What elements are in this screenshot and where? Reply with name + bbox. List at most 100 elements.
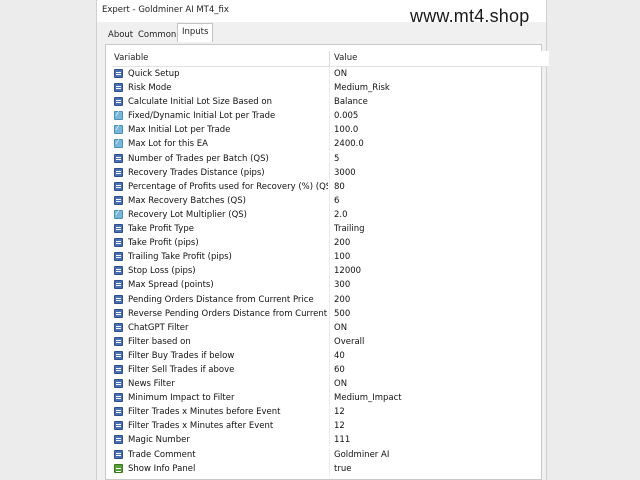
table-row[interactable]: Max Lot for this EA 2400.0: [112, 137, 549, 152]
variable-value[interactable]: 12000: [334, 266, 361, 276]
table-row[interactable]: Percentage of Profits used for Recovery …: [112, 179, 549, 194]
variable-value[interactable]: 80: [334, 182, 345, 192]
inputs-panel: Variable Value Quick Setup ON Risk Mode Med…: [105, 44, 549, 480]
variable-value[interactable]: 3000: [334, 168, 356, 178]
table-row[interactable]: Number of Trades per Batch (QS) 5: [112, 151, 549, 166]
expert-properties-dialog: Expert - Goldminer AI MT4_fix About Comm…: [96, 0, 549, 480]
table-row[interactable]: ChatGPT Filter ON: [112, 320, 549, 335]
table-row[interactable]: Quick Setup ON: [112, 67, 549, 81]
table-row[interactable]: Recovery Lot Multiplier (QS) 2.0: [112, 207, 549, 222]
double-value-icon: [114, 109, 123, 121]
variable-name: Fixed/Dynamic Initial Lot per Trade: [128, 111, 276, 122]
variable-value[interactable]: 60: [334, 365, 345, 375]
cell-divider: [329, 292, 330, 307]
table-row[interactable]: Max Recovery Batches (QS) 6: [112, 193, 549, 208]
variable-value[interactable]: 200: [334, 295, 350, 305]
parameter-icon: [114, 379, 123, 389]
variable-value[interactable]: 40: [334, 351, 345, 361]
cell-divider: [329, 334, 330, 349]
variable-value[interactable]: 111: [334, 435, 350, 445]
variable-value[interactable]: 200: [334, 238, 350, 248]
cell-divider: [329, 109, 330, 124]
parameter-icon: [114, 181, 123, 191]
double-value-icon: [114, 137, 123, 149]
variable-value[interactable]: ON: [334, 69, 347, 79]
table-row[interactable]: Show Info Panel true: [112, 461, 549, 476]
table-row[interactable]: Filter Buy Trades if below 40: [112, 348, 549, 363]
variable-value[interactable]: 12: [334, 421, 345, 431]
variable-value[interactable]: 6: [334, 196, 339, 206]
variable-value[interactable]: Trailing: [334, 224, 365, 234]
variable-value[interactable]: ON: [334, 379, 347, 389]
table-row[interactable]: Reverse Pending Orders Distance from Cur…: [112, 306, 549, 321]
parameter-icon: [114, 224, 123, 234]
header-variable[interactable]: Variable: [114, 53, 148, 63]
table-row[interactable]: Take Profit Type Trailing: [112, 222, 549, 237]
table-row[interactable]: Trailing Take Profit (pips) 100: [112, 250, 549, 265]
variable-name: Max Spread (points): [128, 280, 214, 291]
variable-value[interactable]: 12: [334, 407, 345, 417]
cell-divider: [329, 348, 330, 363]
table-row[interactable]: Calculate Initial Lot Size Based on Balan…: [112, 95, 549, 110]
cell-divider: [329, 81, 330, 96]
variable-value[interactable]: Medium_Risk: [334, 83, 390, 93]
header-value[interactable]: Value: [334, 53, 357, 63]
inputs-table-body: Quick Setup ON Risk Mode Medium_Risk Calcula…: [112, 67, 549, 476]
table-row[interactable]: Max Initial Lot per Trade 100.0: [112, 123, 549, 138]
variable-name: Recovery Trades Distance (pips): [128, 167, 265, 178]
cell-divider: [329, 278, 330, 293]
variable-name: Filter based on: [128, 336, 191, 347]
table-row[interactable]: Filter Trades x Minutes before Event 12: [112, 405, 549, 420]
cell-divider: [329, 137, 330, 152]
cell-divider: [329, 250, 330, 265]
variable-value[interactable]: ON: [334, 323, 347, 333]
table-row[interactable]: Filter Sell Trades if above 60: [112, 362, 549, 377]
column-separator[interactable]: [329, 51, 330, 66]
variable-value[interactable]: Balance: [334, 97, 368, 107]
cell-divider: [329, 67, 330, 81]
table-row[interactable]: Take Profit (pips) 200: [112, 236, 549, 251]
parameter-icon: [114, 69, 123, 78]
variable-name: Max Recovery Batches (QS): [128, 195, 246, 206]
variable-value[interactable]: Goldminer AI: [334, 450, 389, 460]
tab-common[interactable]: Common: [133, 26, 181, 42]
table-row[interactable]: Recovery Trades Distance (pips) 3000: [112, 165, 549, 180]
parameter-icon: [114, 435, 123, 445]
table-row[interactable]: Max Spread (points) 300: [112, 278, 549, 293]
variable-value[interactable]: 2400.0: [334, 139, 364, 149]
variable-value[interactable]: Medium_Impact: [334, 393, 402, 403]
table-row[interactable]: Filter Trades x Minutes after Event 12: [112, 419, 549, 434]
table-header: Variable Value: [112, 51, 549, 67]
variable-value[interactable]: 100: [334, 252, 350, 262]
variable-value[interactable]: 0.005: [334, 111, 358, 121]
table-row[interactable]: Magic Number 111: [112, 433, 549, 448]
tab-inputs[interactable]: Inputs: [177, 23, 214, 42]
cell-divider: [329, 362, 330, 377]
variable-name: Stop Loss (pips): [128, 266, 196, 277]
variable-value[interactable]: 100.0: [334, 125, 358, 135]
variable-value[interactable]: 500: [334, 309, 350, 319]
variable-name: Filter Trades x Minutes after Event: [128, 421, 274, 432]
parameter-icon: [114, 195, 123, 205]
table-row[interactable]: Minimum Impact to Filter Medium_Impact: [112, 391, 549, 406]
variable-value[interactable]: 300: [334, 280, 350, 290]
table-row[interactable]: Trade Comment Goldminer AI: [112, 447, 549, 462]
parameter-icon: [114, 167, 123, 177]
table-row[interactable]: Stop Loss (pips) 12000: [112, 264, 549, 279]
parameter-icon: [114, 336, 123, 346]
variable-value[interactable]: 5: [334, 154, 339, 164]
variable-value[interactable]: Overall: [334, 337, 364, 347]
cell-divider: [329, 306, 330, 321]
table-row[interactable]: Filter based on Overall: [112, 334, 549, 349]
variable-value[interactable]: 2.0: [334, 210, 348, 220]
window-title: Expert - Goldminer AI MT4_fix: [102, 5, 229, 15]
table-row[interactable]: Pending Orders Distance from Current Pri…: [112, 292, 549, 307]
table-row[interactable]: Fixed/Dynamic Initial Lot per Trade 0.005: [112, 109, 549, 124]
parameter-icon: [114, 364, 123, 374]
table-row[interactable]: News Filter ON: [112, 377, 549, 392]
cell-divider: [329, 95, 330, 110]
parameter-icon: [114, 266, 123, 276]
table-row[interactable]: Risk Mode Medium_Risk: [112, 81, 549, 96]
variable-value[interactable]: true: [334, 464, 351, 474]
parameter-icon: [114, 322, 123, 332]
